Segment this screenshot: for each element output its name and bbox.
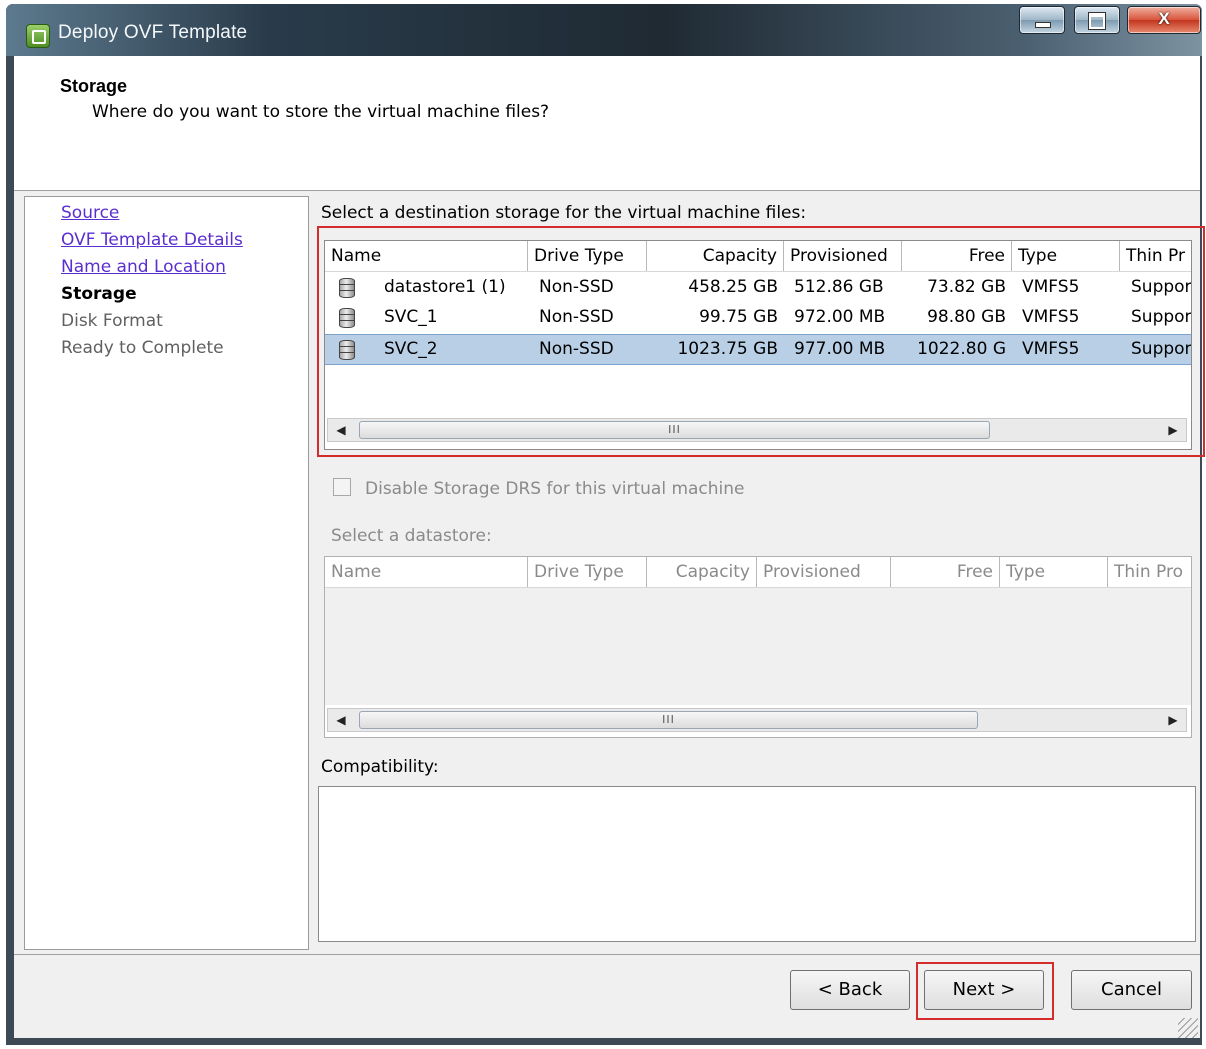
row-drive-type: Non-SSD xyxy=(539,277,614,297)
col-free[interactable]: Free xyxy=(902,241,1012,271)
row-drive-type: Non-SSD xyxy=(539,339,614,359)
resize-grip-icon[interactable] xyxy=(1178,1018,1198,1038)
scroll-grip: III xyxy=(668,423,681,436)
back-button[interactable]: < Back xyxy=(790,970,910,1010)
col-capacity[interactable]: Capacity xyxy=(647,241,784,271)
datastore-horizontal-scrollbar[interactable]: ◀ III ▶ xyxy=(327,708,1187,732)
col-provisioned[interactable]: Provisioned xyxy=(757,557,891,587)
row-thin: Suppor xyxy=(1131,339,1191,359)
datastore-table: Name Drive Type Capacity Provisioned Fre… xyxy=(324,556,1192,738)
close-button[interactable]: X xyxy=(1127,6,1201,34)
row-capacity: 1023.75 GB xyxy=(677,339,778,359)
wizard-header xyxy=(14,56,1200,191)
col-type[interactable]: Type xyxy=(1012,241,1120,271)
disable-drs-label: Disable Storage DRS for this virtual mac… xyxy=(365,479,745,499)
row-provisioned: 512.86 GB xyxy=(794,277,884,297)
col-drive-type[interactable]: Drive Type xyxy=(528,557,647,587)
datastore-table-body xyxy=(325,588,1191,705)
step-ovf-template-details[interactable]: OVF Template Details xyxy=(61,230,243,250)
row-thin: Suppor xyxy=(1131,277,1191,297)
table-row[interactable]: datastore1 (1) Non-SSD 458.25 GB 512.86 … xyxy=(325,273,1191,302)
row-name: datastore1 (1) xyxy=(384,277,506,297)
col-name[interactable]: Name xyxy=(325,557,528,587)
close-icon: X xyxy=(1158,9,1170,28)
row-thin: Suppor xyxy=(1131,307,1191,327)
scroll-grip: III xyxy=(662,713,675,726)
step-disk-format: Disk Format xyxy=(61,311,163,331)
wizard-steps: Source OVF Template Details Name and Loc… xyxy=(24,196,309,950)
next-button[interactable]: Next > xyxy=(924,970,1044,1010)
row-provisioned: 972.00 MB xyxy=(794,307,886,327)
row-type: VMFS5 xyxy=(1022,339,1080,359)
datastore-icon xyxy=(339,308,355,328)
row-capacity: 458.25 GB xyxy=(688,277,778,297)
step-name-and-location[interactable]: Name and Location xyxy=(61,257,226,277)
app-icon xyxy=(26,24,50,48)
scroll-right-icon[interactable]: ▶ xyxy=(1162,709,1184,731)
row-free: 1022.80 G xyxy=(917,339,1006,359)
storage-table: Name Drive Type Capacity Provisioned Fre… xyxy=(324,240,1192,450)
scroll-right-icon[interactable]: ▶ xyxy=(1162,419,1184,441)
step-source[interactable]: Source xyxy=(61,203,119,223)
scroll-thumb[interactable]: III xyxy=(359,711,978,729)
page-title: Storage xyxy=(60,76,128,96)
page-subtitle: Where do you want to store the virtual m… xyxy=(92,102,550,122)
datastore-table-header: Name Drive Type Capacity Provisioned Fre… xyxy=(325,557,1191,588)
disable-drs-checkbox[interactable] xyxy=(333,478,351,496)
row-free: 98.80 GB xyxy=(927,307,1006,327)
minimize-button[interactable] xyxy=(1019,6,1065,34)
col-capacity[interactable]: Capacity xyxy=(647,557,757,587)
col-free[interactable]: Free xyxy=(891,557,1000,587)
col-drive-type[interactable]: Drive Type xyxy=(528,241,647,271)
datastore-icon xyxy=(339,340,355,360)
col-provisioned[interactable]: Provisioned xyxy=(784,241,902,271)
col-thin-provisioning[interactable]: Thin Pro xyxy=(1108,557,1191,587)
col-thin-provisioning[interactable]: Thin Pr xyxy=(1120,241,1191,271)
row-free: 73.82 GB xyxy=(927,277,1006,297)
scroll-thumb[interactable]: III xyxy=(359,421,990,439)
row-name: SVC_2 xyxy=(384,339,438,359)
select-datastore-label: Select a datastore: xyxy=(331,526,492,546)
row-drive-type: Non-SSD xyxy=(539,307,614,327)
datastore-icon xyxy=(339,278,355,298)
step-ready-to-complete: Ready to Complete xyxy=(61,338,224,358)
step-storage: Storage xyxy=(61,284,137,304)
row-type: VMFS5 xyxy=(1022,277,1080,297)
compatibility-label: Compatibility: xyxy=(321,757,439,777)
row-type: VMFS5 xyxy=(1022,307,1080,327)
row-provisioned: 977.00 MB xyxy=(794,339,886,359)
col-type[interactable]: Type xyxy=(1000,557,1108,587)
storage-table-header: Name Drive Type Capacity Provisioned Fre… xyxy=(325,241,1191,272)
col-name[interactable]: Name xyxy=(325,241,528,271)
cancel-button[interactable]: Cancel xyxy=(1071,970,1192,1010)
destination-storage-label: Select a destination storage for the vir… xyxy=(321,203,807,223)
row-capacity: 99.75 GB xyxy=(699,307,778,327)
row-name: SVC_1 xyxy=(384,307,438,327)
scroll-left-icon[interactable]: ◀ xyxy=(330,709,352,731)
scroll-left-icon[interactable]: ◀ xyxy=(330,419,352,441)
storage-horizontal-scrollbar[interactable]: ◀ III ▶ xyxy=(327,418,1187,442)
window-title: Deploy OVF Template xyxy=(58,22,248,43)
table-row[interactable]: SVC_1 Non-SSD 99.75 GB 972.00 MB 98.80 G… xyxy=(325,303,1191,332)
table-row-selected[interactable]: SVC_2 Non-SSD 1023.75 GB 977.00 MB 1022.… xyxy=(325,334,1191,365)
maximize-button[interactable] xyxy=(1074,6,1120,34)
compatibility-box xyxy=(318,786,1196,942)
